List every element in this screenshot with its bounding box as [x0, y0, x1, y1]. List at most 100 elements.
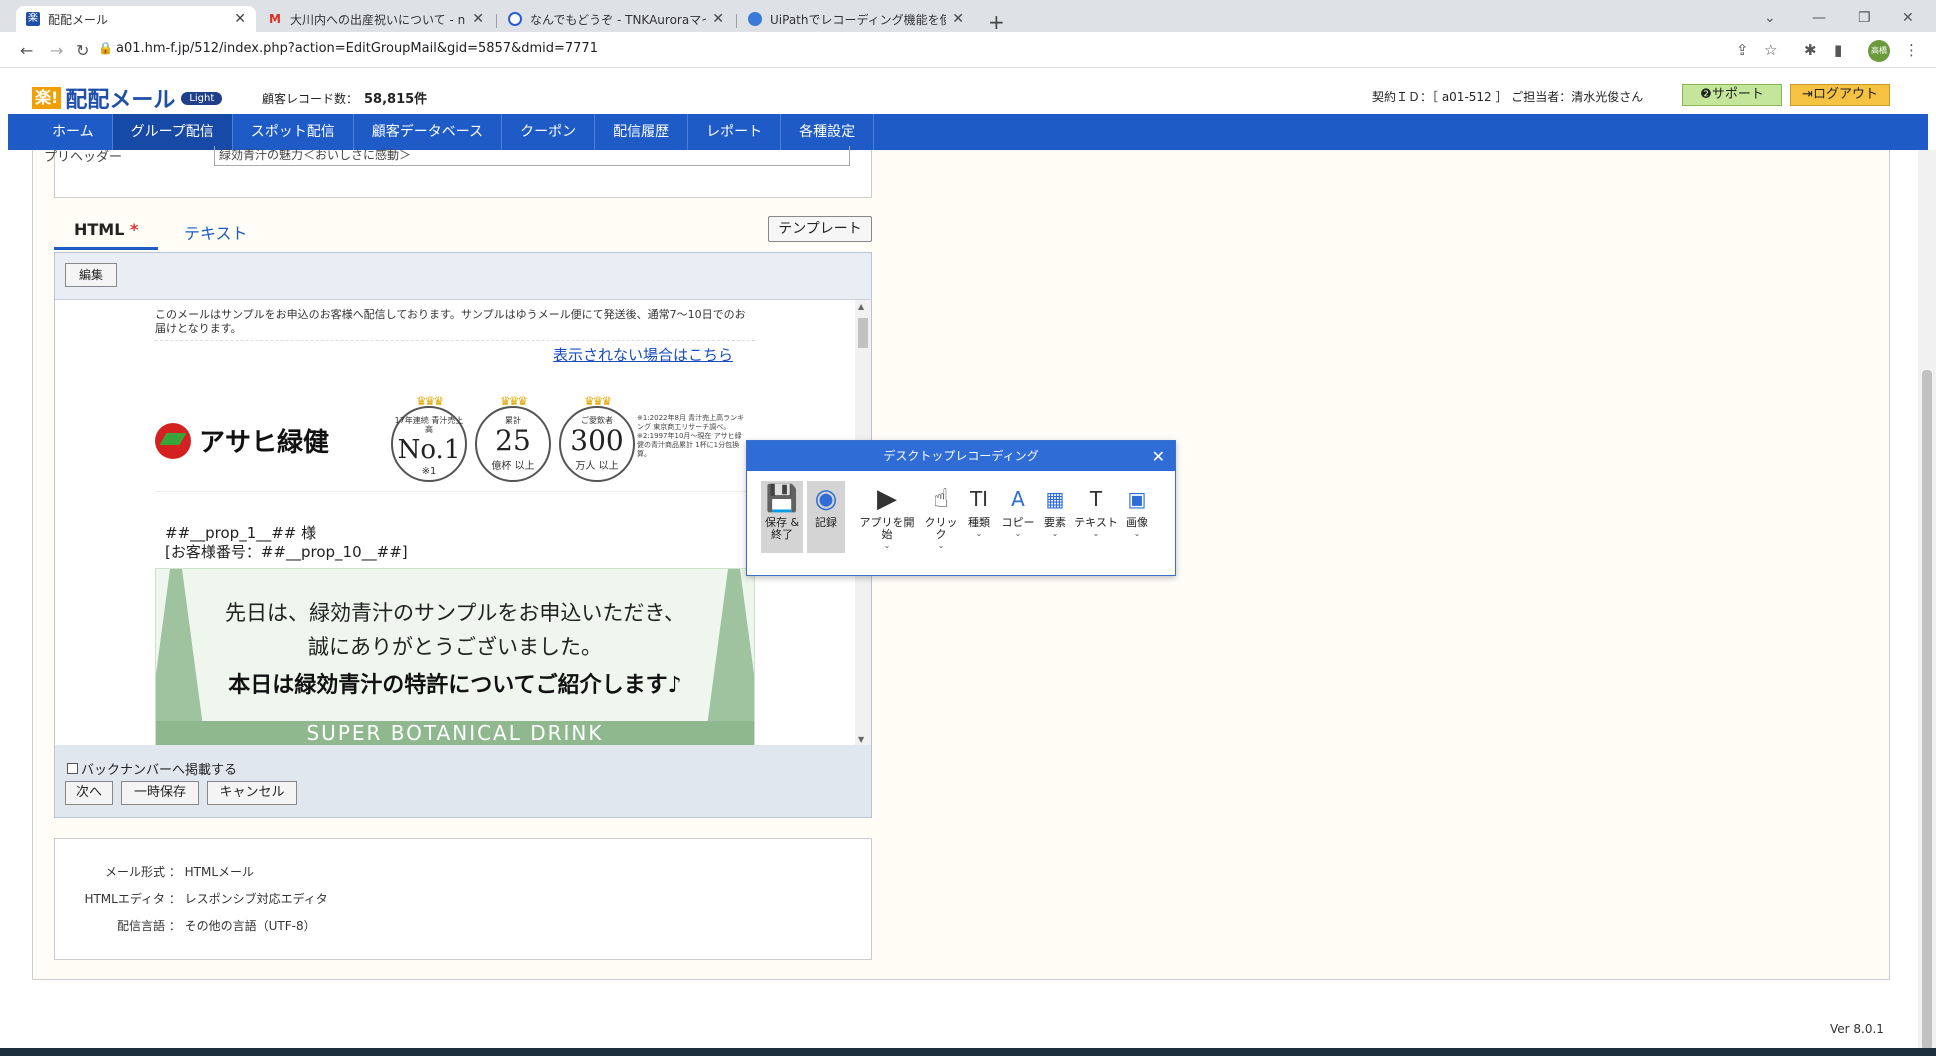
browser-tab-gmail[interactable]: M 大川内への出産祝いについて - na.ai ✕ — [258, 6, 494, 32]
close-tab-icon[interactable]: ✕ — [952, 11, 964, 27]
text-button[interactable]: T テキスト ⌄ — [1073, 481, 1119, 553]
mail-info: メール形式 ： HTMLメール HTMLエディタ ： レスポンシブ対応エディタ … — [54, 838, 872, 960]
record-button[interactable]: ◉ 記録 — [807, 481, 845, 553]
preheader-input[interactable]: 緑効青汁の魅力＜おいしさに感動＞ — [214, 146, 850, 166]
view-online-link[interactable]: 表示されない場合はこちら — [553, 344, 733, 365]
next-button[interactable]: 次へ — [65, 781, 113, 805]
image-button[interactable]: ▣ 画像 ⌄ — [1119, 481, 1155, 553]
text-icon: T — [1089, 487, 1103, 511]
backnumber-checkbox[interactable]: バックナンバーへ掲載する — [67, 759, 237, 778]
click-button[interactable]: ☝ クリック ⌄ — [921, 481, 961, 553]
nav-group-mail[interactable]: グループ配信 — [112, 114, 233, 150]
nav-coupon[interactable]: クーポン — [502, 114, 596, 150]
bookmark-star-icon[interactable]: ☆ — [1764, 41, 1777, 59]
checkbox-icon[interactable] — [67, 763, 78, 774]
logout-button[interactable]: ⇥ログアウト — [1790, 84, 1890, 106]
browser-tab-haihai[interactable]: 楽 配配メール ✕ — [16, 6, 256, 32]
temp-save-button[interactable]: 一時保存 — [121, 781, 199, 805]
brand-row: アサヒ緑健 ♛♛♛ 17年連続 青汁売上高 No.1 ※1 ♛♛♛ 累計 25 … — [155, 394, 755, 492]
menu-icon[interactable]: ⋮ — [1904, 41, 1919, 59]
award-medal: ♛♛♛ 累計 25 億杯 以上 — [475, 394, 551, 482]
app-header: 楽! 配配メール Light 顧客レコード数： 58,815件 契約ＩＤ：［ a0… — [0, 68, 1936, 114]
close-tab-icon[interactable]: ✕ — [712, 11, 724, 27]
record-icon: ◉ — [814, 484, 838, 514]
tab-separator — [496, 14, 497, 28]
avatar[interactable]: 高橋 — [1868, 40, 1890, 62]
chevron-down-icon: ⌄ — [937, 541, 945, 550]
save-icon: 💾 — [765, 484, 799, 514]
logout-icon: ⇥ — [1802, 87, 1813, 102]
edit-button[interactable]: 編集 — [65, 263, 117, 287]
record-count: 顧客レコード数： 58,815件 — [262, 92, 428, 107]
page-scrollbar[interactable] — [1918, 150, 1936, 1056]
element-button[interactable]: ▦ 要素 ⌄ — [1037, 481, 1073, 553]
nav-history[interactable]: 配信履歴 — [595, 114, 689, 150]
close-window-icon[interactable]: ✕ — [1902, 10, 1914, 26]
app-logo[interactable]: 楽! 配配メール Light — [32, 82, 223, 114]
forward-icon[interactable]: → — [50, 41, 63, 60]
close-icon[interactable]: ✕ — [1152, 447, 1165, 466]
type-button[interactable]: TI 種類 ⌄ — [961, 481, 997, 553]
back-icon[interactable]: ← — [20, 41, 33, 60]
reload-icon[interactable]: ↻ — [76, 41, 89, 60]
scroll-up-icon[interactable]: ▲ — [858, 302, 864, 311]
browser-tab-aurora[interactable]: なんでもどうぞ - TNKAuroraマイグレ ✕ — [498, 6, 734, 32]
nav-customer-db[interactable]: 顧客データベース — [354, 114, 503, 150]
template-button[interactable]: テンプレート — [768, 216, 872, 242]
minimize-icon[interactable]: — — [1812, 10, 1826, 26]
gmail-icon: M — [269, 12, 281, 26]
crown-icon: ♛♛♛ — [499, 394, 528, 408]
crown-icon: ♛♛♛ — [415, 394, 444, 408]
tab-text[interactable]: テキスト — [184, 220, 248, 250]
start-app-button[interactable]: ▶ アプリを開始 ⌄ — [855, 481, 919, 553]
close-tab-icon[interactable]: ✕ — [234, 11, 246, 27]
plan-badge: Light — [181, 91, 223, 105]
scroll-thumb[interactable] — [1922, 370, 1932, 1050]
award-footnote: ※1:2022年8月 青汁売上高ランキング 東京商工リサーチ調べ。 ※2:199… — [637, 414, 745, 458]
globe-icon — [748, 12, 762, 26]
editor-tabs: HTML * テキスト — [54, 214, 872, 252]
side-panel-icon[interactable]: ▮ — [1834, 41, 1842, 59]
tab-search-icon[interactable]: ⌄ — [1764, 10, 1776, 26]
chevron-down-icon: ⌄ — [975, 529, 983, 538]
share-icon[interactable]: ⇪ — [1736, 41, 1749, 59]
play-icon: ▶ — [877, 484, 897, 514]
nav-home[interactable]: ホーム — [8, 114, 113, 150]
browser-tab-uipath[interactable]: UiPathでレコーディング機能を使ってW ✕ — [738, 6, 974, 32]
taskbar — [0, 1048, 1936, 1056]
brand-mark-icon — [155, 422, 191, 459]
nav-spot-mail[interactable]: スポット配信 — [233, 114, 354, 150]
award-medal: ♛♛♛ ご愛飲者 300 万人 以上 — [559, 394, 635, 482]
cancel-button[interactable]: キャンセル — [207, 781, 297, 805]
support-button[interactable]: ❷サポート — [1682, 84, 1782, 106]
logo-badge: 楽! — [32, 87, 62, 109]
image-icon: ▣ — [1127, 487, 1147, 511]
mail-banner: 先日は、緑効青汁のサンプルをお申込いただき、 誠にありがとうございました。 本日… — [155, 568, 755, 745]
new-tab-icon[interactable]: + — [988, 10, 1005, 34]
editor-footer: バックナンバーへ掲載する 次へ 一時保存 キャンセル — [55, 745, 871, 817]
scroll-down-icon[interactable]: ▼ — [858, 735, 864, 744]
lock-icon[interactable]: 🔒 — [98, 41, 113, 55]
type-icon: TI — [969, 487, 989, 511]
recorder-title: デスクトップレコーディング — [747, 441, 1175, 471]
version-label: Ver 8.0.1 — [1830, 1022, 1884, 1036]
click-icon: ☝ — [933, 484, 949, 514]
blue-circle-icon — [508, 12, 522, 26]
main-nav: ホーム グループ配信 スポット配信 顧客データベース クーポン 配信履歴 レポー… — [8, 114, 1928, 150]
tab-separator — [736, 14, 737, 28]
award-medal: ♛♛♛ 17年連続 青汁売上高 No.1 ※1 — [391, 394, 467, 482]
url-field[interactable]: a01.hm-f.jp/512/index.php?action=EditGro… — [116, 41, 598, 56]
save-and-exit-button[interactable]: 💾 保存 & 終了 — [761, 481, 803, 553]
scroll-thumb[interactable] — [858, 318, 868, 348]
chevron-down-icon: ⌄ — [883, 541, 891, 550]
nav-report[interactable]: レポート — [688, 114, 782, 150]
preheader-label: プリヘッダー — [44, 150, 123, 165]
extensions-icon[interactable]: ✱ — [1804, 41, 1817, 59]
tab-html[interactable]: HTML * — [54, 220, 158, 250]
copy-button[interactable]: A コピー ⌄ — [999, 481, 1037, 553]
mail-notice: このメールはサンプルをお申込のお客様へ配信しております。サンプルはゆうメール便に… — [155, 308, 755, 341]
restore-icon[interactable]: ❐ — [1858, 10, 1871, 26]
close-tab-icon[interactable]: ✕ — [472, 11, 484, 27]
nav-settings[interactable]: 各種設定 — [781, 114, 875, 150]
copy-icon: A — [1011, 487, 1025, 511]
